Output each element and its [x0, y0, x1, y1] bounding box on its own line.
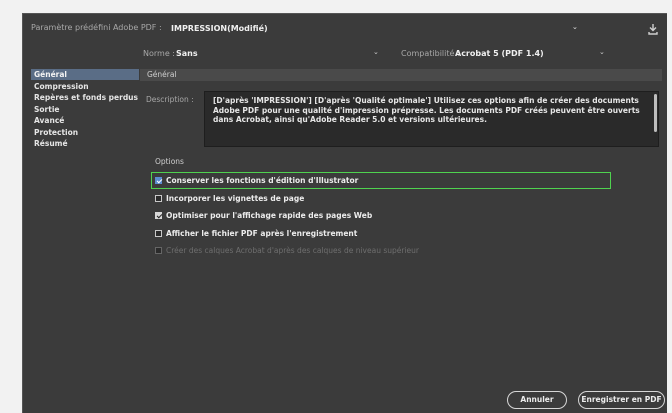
standard-dropdown[interactable]: Sans [176, 49, 198, 58]
standard-compat-row: Norme : Sans ⌄ Compatibilité : Acrobat 5… [23, 44, 668, 64]
sidebar-item-compression[interactable]: Compression [31, 81, 139, 92]
chevron-down-icon[interactable]: ⌄ [373, 48, 379, 56]
preset-row: Paramètre prédéfini Adobe PDF : IMPRESSI… [23, 14, 668, 44]
chevron-down-icon[interactable]: ⌄ [599, 48, 605, 56]
option-label: Optimiser pour l'affichage rapide des pa… [166, 211, 373, 220]
description-line: dans Acrobat, ainsi qu'Adobe Reader 5.0 … [213, 115, 487, 124]
option-label: Incorporer les vignettes de page [166, 194, 305, 203]
checkbox[interactable] [155, 195, 162, 202]
section-header: Général [140, 69, 662, 81]
chevron-down-icon: ⌄ [572, 23, 578, 31]
sidebar-item-general[interactable]: Général [31, 69, 139, 80]
option-embed-thumbnails[interactable]: Incorporer les vignettes de page [155, 194, 304, 207]
option-label: Créer des calques Acrobat d'après des ca… [166, 246, 419, 255]
sidebar-item-marks-bleeds[interactable]: Repères et fonds perdus [31, 92, 139, 103]
preset-dropdown[interactable]: IMPRESSION(Modifié) ⌄ [165, 18, 590, 38]
description-scrollbar[interactable] [654, 94, 657, 132]
sidebar-item-summary[interactable]: Résumé [31, 138, 139, 149]
save-pdf-button[interactable]: Enregistrer en PDF [578, 391, 665, 409]
sidebar-item-output[interactable]: Sortie [31, 104, 139, 115]
option-preserve-illustrator[interactable]: Conserver les fonctions d'édition d'Illu… [155, 176, 358, 189]
option-view-pdf-after-saving[interactable]: Afficher le fichier PDF après l'enregist… [155, 229, 357, 242]
save-preset-icon[interactable] [647, 23, 659, 35]
checkbox[interactable] [155, 212, 162, 219]
sidebar-item-advanced[interactable]: Avancé [31, 115, 139, 126]
preset-value: IMPRESSION(Modifié) [171, 24, 268, 33]
option-label: Afficher le fichier PDF après l'enregist… [166, 229, 358, 238]
description-label: Description : [146, 95, 194, 104]
description-line: [D'après 'IMPRESSION'] [D'après 'Qualité… [213, 96, 639, 105]
compatibility-dropdown[interactable]: Acrobat 5 (PDF 1.4) [455, 49, 544, 58]
preset-label: Paramètre prédéfini Adobe PDF : [31, 23, 162, 32]
cancel-button[interactable]: Annuler [507, 391, 567, 409]
option-fast-web-view[interactable]: Optimiser pour l'affichage rapide des pa… [155, 211, 372, 224]
compatibility-label: Compatibilité : [401, 49, 460, 58]
sidebar: Général Compression Repères et fonds per… [31, 69, 139, 150]
checkbox[interactable] [155, 177, 162, 184]
option-create-acrobat-layers: Créer des calques Acrobat d'après des ca… [155, 246, 419, 259]
standard-label: Norme : [143, 49, 175, 58]
description-line: Adobe PDF pour une qualité d'impression … [213, 105, 640, 115]
options-title: Options [155, 157, 184, 166]
description-textarea[interactable]: [D'après 'IMPRESSION'] [D'après 'Qualité… [204, 91, 659, 147]
checkbox[interactable] [155, 230, 162, 237]
sidebar-item-security[interactable]: Protection [31, 127, 139, 138]
option-label: Conserver les fonctions d'édition d'Illu… [166, 176, 359, 185]
checkbox [155, 247, 162, 254]
pdf-save-dialog: Paramètre prédéfini Adobe PDF : IMPRESSI… [22, 13, 667, 413]
